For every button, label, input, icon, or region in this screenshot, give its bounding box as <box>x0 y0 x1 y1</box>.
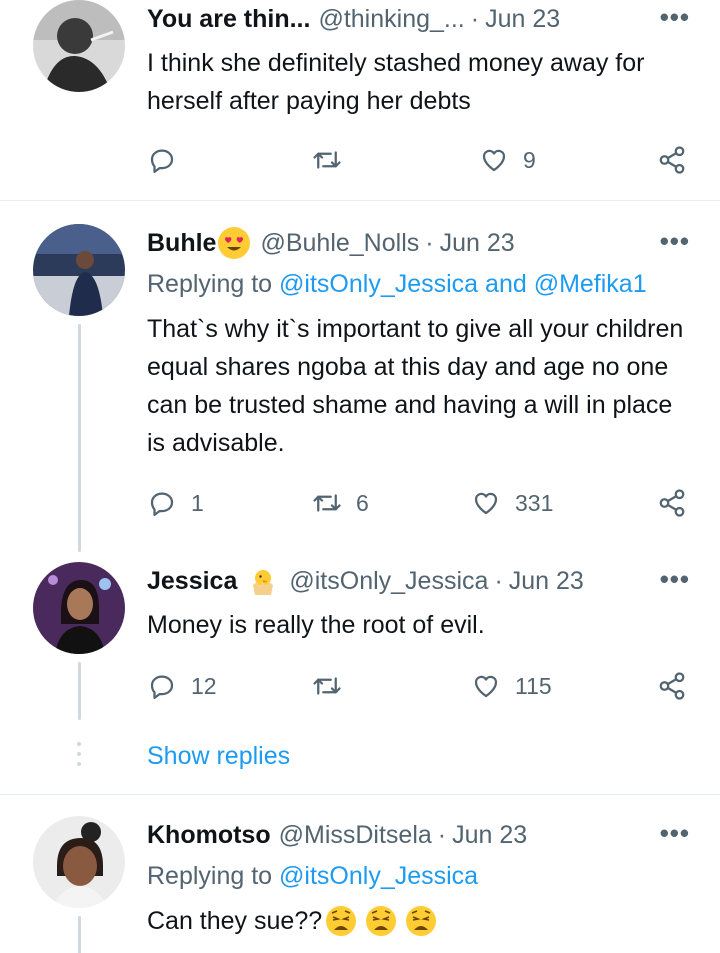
tweet-3[interactable]: Jessica @itsOnly_Jessica · Jun 23 ••• Mo… <box>0 562 720 792</box>
tweet-actions: 12 115 <box>147 666 692 706</box>
author-name[interactable]: Buhle <box>147 229 216 258</box>
avatar[interactable] <box>33 562 125 654</box>
hatching-chick-emoji <box>247 565 279 597</box>
reply-count: 12 <box>191 672 217 699</box>
tweet-date[interactable]: Jun 23 <box>440 229 515 258</box>
tweet-actions: 9 <box>147 140 692 180</box>
retweet-icon <box>313 151 341 169</box>
mention-link[interactable]: @itsOnly_Jessica <box>279 862 478 890</box>
heart-icon <box>474 492 498 515</box>
share-button[interactable] <box>657 140 687 180</box>
replying-to-and[interactable]: and <box>478 270 534 298</box>
more-options-icon[interactable]: ••• <box>660 818 690 849</box>
replying-to: Replying to @itsOnly_Jessica <box>147 862 478 891</box>
reply-button[interactable] <box>147 140 177 180</box>
share-icon <box>659 146 685 174</box>
tweet-date[interactable]: Jun 23 <box>509 567 584 596</box>
author-name[interactable]: You are thin... <box>147 5 310 34</box>
like-count: 9 <box>523 146 536 173</box>
retweet-icon <box>313 677 341 695</box>
tweet-date[interactable]: Jun 23 <box>485 5 560 34</box>
weary-face-emoji <box>404 904 438 938</box>
reply-icon <box>150 149 174 173</box>
author-handle[interactable]: @thinking_... <box>318 5 464 34</box>
tweet-text: Money is really the root of evil. <box>147 611 485 639</box>
share-icon <box>659 672 685 700</box>
reply-button[interactable]: 12 <box>147 666 217 706</box>
retweet-button[interactable]: 6 <box>312 483 369 523</box>
thread-line <box>78 324 81 552</box>
tweet-text: Can they sue?? <box>147 907 323 935</box>
reply-count: 1 <box>191 489 204 516</box>
show-replies-link[interactable]: Show replies <box>147 742 290 771</box>
replying-to-prefix: Replying to <box>147 270 280 298</box>
avatar[interactable] <box>33 224 125 316</box>
tweet-2[interactable]: Buhle @Buhle_Nolls · Jun 23 ••• Replying… <box>0 224 720 554</box>
more-options-icon[interactable]: ••• <box>660 226 690 257</box>
heart-eyes-emoji <box>218 227 251 259</box>
tweet-divider <box>0 200 720 201</box>
thread-dots <box>77 742 82 772</box>
avatar[interactable] <box>33 0 125 92</box>
replying-to: Replying to @itsOnly_Jessica and @Mefika… <box>147 270 647 299</box>
like-button[interactable]: 331 <box>471 483 553 523</box>
author-name[interactable]: Khomotso <box>147 821 271 850</box>
tweet-divider <box>0 794 720 795</box>
reply-icon <box>150 492 174 516</box>
like-count: 331 <box>515 489 554 516</box>
mention-link[interactable]: @itsOnly_Jessica <box>279 270 478 298</box>
share-button[interactable] <box>657 483 687 523</box>
replying-to-prefix: Replying to <box>147 862 280 890</box>
author-handle[interactable]: @itsOnly_Jessica <box>289 567 488 596</box>
tweet-1[interactable]: You are thin... @thinking_... · Jun 23 •… <box>0 0 720 200</box>
heart-icon <box>482 149 506 172</box>
tweet-actions: 1 6 331 <box>147 483 692 523</box>
weary-face-emoji <box>324 904 358 938</box>
author-name[interactable]: Jessica <box>147 567 237 596</box>
retweet-count: 6 <box>356 489 369 516</box>
like-button[interactable]: 9 <box>479 140 536 180</box>
separator-dot: · <box>437 820 447 849</box>
author-handle[interactable]: @Buhle_Nolls <box>260 229 419 258</box>
retweet-button[interactable] <box>312 140 342 180</box>
reply-button[interactable]: 1 <box>147 483 204 523</box>
retweet-button[interactable] <box>312 666 342 706</box>
share-icon <box>659 489 685 517</box>
more-options-icon[interactable]: ••• <box>660 564 690 595</box>
tweet-text-container: Can they sue?? <box>147 902 692 940</box>
separator-dot: · <box>470 4 480 33</box>
mention-link[interactable]: @Mefika1 <box>534 270 647 298</box>
tweet-text: That`s why it`s important to give all yo… <box>147 315 684 457</box>
like-count: 115 <box>515 672 552 699</box>
tweet-4[interactable]: Khomotso @MissDitsela · Jun 23 ••• Reply… <box>0 816 720 953</box>
share-button[interactable] <box>657 666 687 706</box>
tweet-date[interactable]: Jun 23 <box>452 821 527 850</box>
retweet-icon <box>313 494 341 512</box>
thread-line <box>78 916 81 953</box>
weary-face-emoji <box>364 904 398 938</box>
heart-icon <box>474 675 498 698</box>
more-options-icon[interactable]: ••• <box>660 2 690 33</box>
separator-dot: · <box>494 566 503 595</box>
author-handle[interactable]: @MissDitsela <box>279 821 432 850</box>
like-button[interactable]: 115 <box>471 666 552 706</box>
thread-line <box>78 662 81 720</box>
separator-dot: · <box>425 228 434 257</box>
avatar[interactable] <box>33 816 125 908</box>
reply-icon <box>150 675 174 699</box>
tweet-text: I think she definitely stashed money awa… <box>147 49 645 115</box>
